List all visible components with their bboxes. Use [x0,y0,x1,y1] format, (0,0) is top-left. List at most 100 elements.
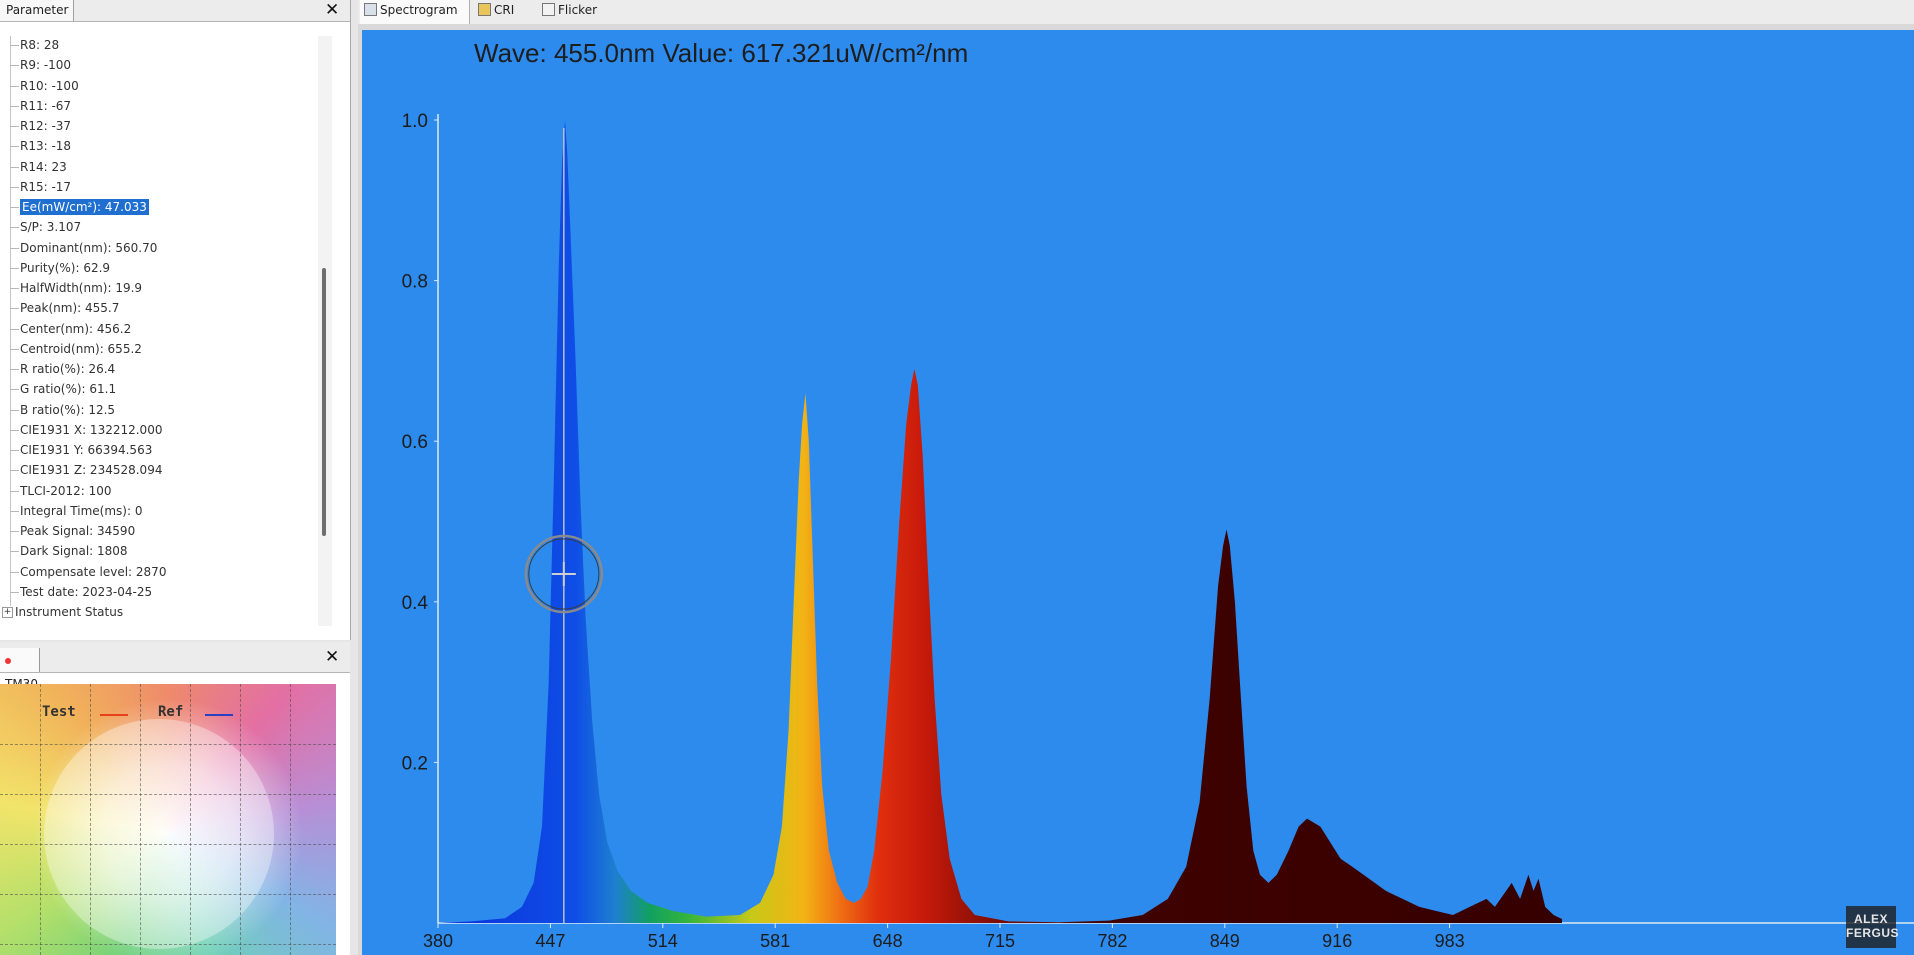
parameter-item[interactable]: Purity(%): 62.9 [10,259,110,278]
grid-line [90,684,91,955]
spectrum-point [961,898,962,899]
y-tick-label: 0.8 [402,272,428,293]
parameter-item-text: R9: -100 [20,58,72,73]
parameter-item[interactable]: Test date: 2023-04-25 [10,583,153,602]
parameter-item[interactable]: R15: -17 [10,178,71,197]
spectrogram-plot[interactable]: 0.2 0.4 0.6 0.8 1.0 380 447 514 581 648 715 782 849 9… [362,30,1914,955]
scrollbar-thumb[interactable] [322,268,326,536]
parameter-item[interactable]: R10: -100 [10,77,79,96]
parameter-item[interactable]: B ratio(%): 12.5 [10,401,115,420]
spectrum-point [941,794,942,795]
parameter-item[interactable]: R13: -18 [10,137,72,156]
spectrum-point [1167,898,1168,899]
parameter-item[interactable]: Dark Signal: 1808 [10,542,128,561]
parameter-item[interactable]: Centroid(nm): 655.2 [10,340,142,359]
parameter-item[interactable]: S/P: 3.107 [10,218,81,237]
parameter-item[interactable]: Ee(mW/cm²): 47.033 [10,198,149,217]
tree-branch [10,429,19,431]
spectrum-point [1520,898,1521,899]
spectrum-point [1553,914,1554,915]
parameter-item-text: Dark Signal: 1808 [20,544,128,559]
instrument-status-node[interactable]: + Instrument Status [0,603,123,622]
parameter-item-text: CIE1931 Z: 234528.094 [20,463,163,478]
spectrum-point [471,921,472,922]
parameter-item[interactable]: R11: -67 [10,97,71,116]
parameter-item-text: R13: -18 [20,139,72,154]
parameter-item[interactable]: CIE1931 Y: 66394.563 [10,441,153,460]
parameter-item-text: Test date: 2023-04-25 [20,584,153,599]
spectrum-point [853,902,854,903]
tree-branch [10,105,19,107]
grid-line [0,894,336,895]
spectrum-point [1276,874,1277,875]
spectrum-point [1561,918,1562,919]
parameter-item[interactable]: R9: -100 [10,56,72,75]
parameter-item-text: CIE1931 Y: 66394.563 [20,443,153,457]
tab-spectrogram[interactable]: Spectrogram [360,0,470,24]
tab-flicker[interactable]: Flicker [538,0,608,24]
parameter-item[interactable]: Peak Signal: 34590 [10,522,135,541]
tree-branch [10,328,19,330]
parameter-panel-header: Parameter ✕ [0,0,350,22]
parameter-item[interactable]: G ratio(%): 61.1 [10,380,116,399]
parameter-item[interactable]: Integral Time(ms): 0 [10,502,142,521]
parameter-item[interactable]: TLCI-2012: 100 [10,482,112,501]
spectrum-point [1246,786,1247,787]
tree-branch [10,207,19,208]
tab-label: CRI [494,3,515,17]
spectrum-point [1226,529,1227,530]
parameter-item[interactable]: Center(nm): 456.2 [10,320,132,339]
spectrum-chart[interactable]: 0.2 0.4 0.6 0.8 1.0 380 447 514 581 648 715 782 849 9… [362,30,1914,955]
tree-branch [10,531,19,532]
parameter-item[interactable]: R14: 23 [10,158,67,177]
parameter-item[interactable]: Compensate level: 2870 [10,563,166,582]
close-icon[interactable]: ✕ [325,2,339,19]
spectrum-point [1503,894,1504,895]
spectrum-point [553,481,554,482]
spectrum-point [706,916,707,917]
parameter-item[interactable]: Peak(nm): 455.7 [10,299,119,318]
tree-branch [10,267,19,269]
spectrum-point [867,886,868,887]
tm30-tab[interactable]: TM30 [0,648,40,691]
parameter-item[interactable]: R ratio(%): 26.4 [10,360,116,379]
spectrum-point [437,922,438,923]
parameter-panel: Parameter ✕ R8: 28 R9: -100 R10: -100 R11: … [0,0,351,640]
spectrum-point [1253,850,1254,851]
spectrum-point [1511,882,1512,883]
expand-icon[interactable]: + [2,607,13,618]
spectrum-point [647,902,648,903]
spectrum-point [828,850,829,851]
spectrum-point [1320,826,1321,827]
parameter-scrollbar[interactable] [318,36,332,626]
flicker-icon [542,3,555,16]
x-tick-label: 916 [1322,931,1352,951]
tree-branch [10,186,19,188]
tab-cri[interactable]: CRI [474,0,534,24]
parameter-item[interactable]: Dominant(nm): 560.70 [10,239,157,258]
spectrum-point [599,794,600,795]
parameter-tab[interactable]: Parameter [0,0,74,21]
spectrum-point [906,425,907,426]
spectrum-point [760,902,761,903]
parameter-item-text: Center(nm): 456.2 [20,321,132,336]
spectrum-point [1402,898,1403,899]
tree-branch [10,146,19,148]
spectrum-point [899,521,900,522]
x-tick-label: 380 [423,931,453,951]
legend-test-label: Test [42,704,76,720]
spectrum-point [585,617,586,618]
parameter-item[interactable]: R8: 28 [10,36,59,55]
parameter-item[interactable]: CIE1931 Z: 234528.094 [10,461,163,480]
parameter-item[interactable]: R12: -37 [10,117,72,136]
parameter-item[interactable]: CIE1931 X: 132212.000 [10,421,162,440]
parameter-item-text: R ratio(%): 26.4 [20,362,116,376]
parameter-item-text: R12: -37 [20,119,72,133]
tm30-tab-icon [5,657,11,664]
spectrum-point [1259,874,1260,875]
close-icon[interactable]: ✕ [325,649,339,666]
legend-ref-line [205,714,233,716]
x-tick-label: 447 [535,931,565,951]
parameter-item[interactable]: HalfWidth(nm): 19.9 [10,279,142,298]
spectrum-point [1330,842,1331,843]
